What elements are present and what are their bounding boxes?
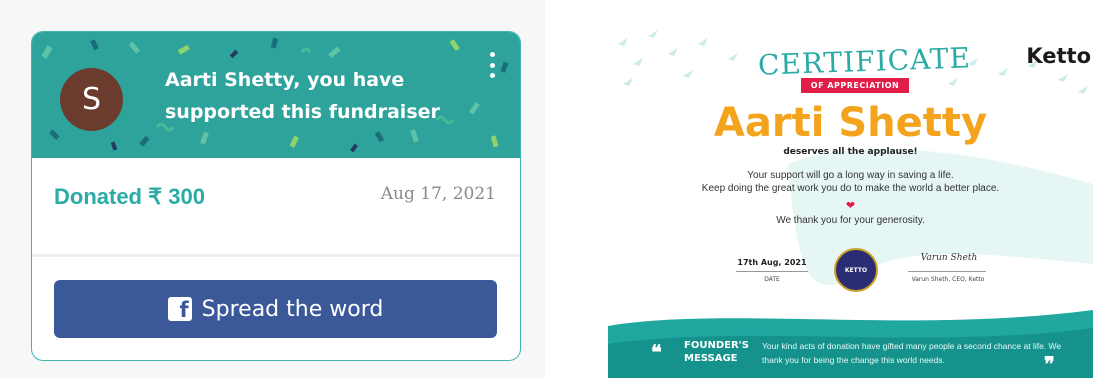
ketto-seal-icon: KETTO [834,248,878,292]
certificate: Ketto CERTIFICATE OF APPRECIATION Aarti … [608,14,1093,378]
date-line [736,271,808,272]
donation-date: Aug 17, 2021 [380,184,496,204]
appreciation-banner: OF APPRECIATION [801,78,909,93]
quote-close-icon: ❞ [1044,352,1055,376]
date-label: DATE [764,276,780,283]
applause-text: deserves all the applause! [783,147,918,157]
facebook-icon: f [167,297,192,321]
donated-amount: Donated ₹ 300 [54,184,205,209]
ketto-logo: Ketto [1026,44,1091,68]
certificate-title: CERTIFICATE [757,41,971,81]
avatar: S [60,68,123,131]
recipient-name: Aarti Shetty [713,100,988,146]
spread-the-word-button[interactable]: f Spread the word [54,280,497,338]
founders-message: Your kind acts of donation have gifted m… [762,341,1062,365]
certificate-title-text: CERTIFICATE [757,41,972,82]
menu-dot [489,62,495,68]
spread-button-label: Spread the word [201,296,384,322]
donation-panel: S Aarti Shetty, you have supported this … [0,0,545,378]
message-line-2: Keep doing the great work you do to make… [701,183,1000,194]
support-message: Aarti Shetty, you have supported this fu… [165,69,440,123]
thanks-text: We thank you for your generosity. [776,215,925,226]
card-header: S Aarti Shetty, you have supported this … [32,32,520,158]
menu-dot [489,73,495,78]
divider [32,254,520,257]
signature-line [908,271,986,272]
certificate-date: 17th Aug, 2021 [737,258,807,267]
quote-open-icon: ❝ [651,340,662,364]
kebab-menu-icon[interactable] [488,52,496,78]
heart-icon: ❤ [845,199,856,212]
signer-name: Varun Sheth, CEO, Ketto [911,276,985,283]
founders-label: FOUNDER'S MESSAGE [684,340,749,364]
menu-dot [489,52,495,57]
donation-card: S Aarti Shetty, you have supported this … [31,31,521,361]
message-line-1: Your support will go a long way in savin… [747,170,954,181]
signature: Varun Sheth [920,253,978,263]
